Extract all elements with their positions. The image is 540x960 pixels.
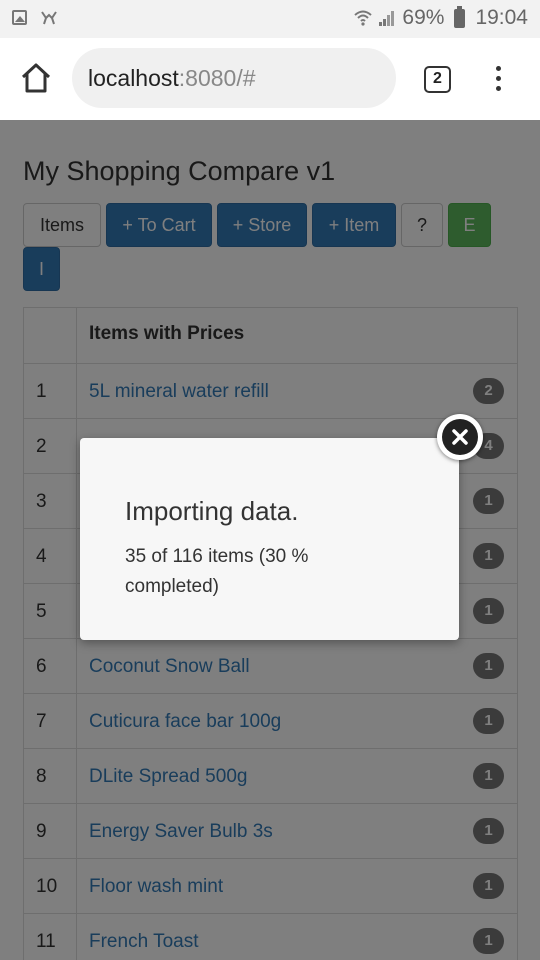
url-host: localhost bbox=[88, 64, 179, 91]
browser-toolbar: localhost:8080/# 2 bbox=[0, 38, 540, 120]
overflow-menu-icon[interactable] bbox=[490, 64, 506, 96]
app-notification-icon bbox=[41, 11, 57, 25]
status-bar: 69% 19:04 bbox=[0, 0, 540, 38]
url-path: :8080/# bbox=[178, 64, 256, 91]
dialog-progress-text: 35 of 116 items (30 % completed) bbox=[125, 546, 309, 597]
battery-percent: 69% bbox=[402, 6, 445, 29]
wifi-icon bbox=[354, 10, 373, 26]
tab-switcher-button[interactable]: 2 bbox=[424, 66, 451, 93]
battery-icon bbox=[454, 5, 466, 28]
dialog-title: Importing data. bbox=[125, 496, 299, 526]
close-icon bbox=[452, 429, 468, 445]
signal-icon bbox=[379, 11, 395, 26]
home-icon[interactable] bbox=[20, 62, 52, 94]
import-progress-dialog: Importing data. 35 of 116 items (30 % co… bbox=[80, 438, 459, 640]
url-bar[interactable]: localhost:8080/# bbox=[72, 48, 396, 108]
image-icon bbox=[12, 10, 27, 25]
close-dialog-button[interactable] bbox=[437, 414, 483, 460]
clock: 19:04 bbox=[475, 6, 528, 29]
